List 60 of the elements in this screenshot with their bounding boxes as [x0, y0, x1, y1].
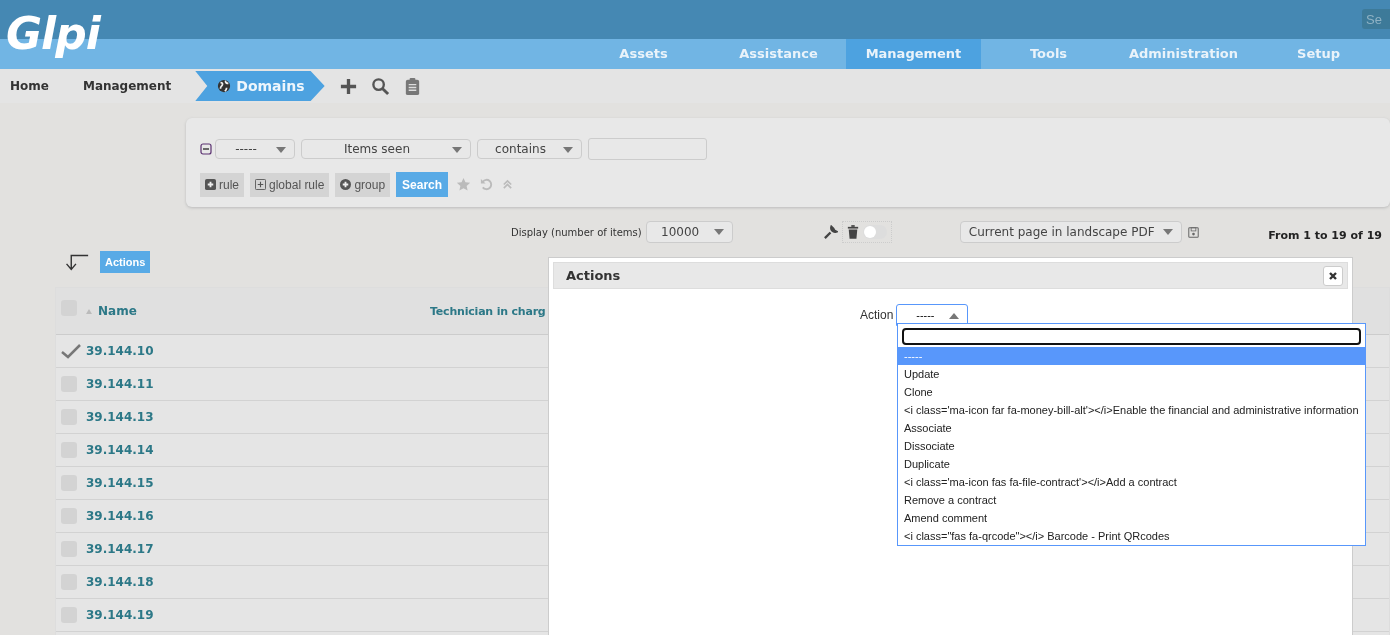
dropdown-option[interactable]: ----- [898, 347, 1365, 365]
breadcrumb-item[interactable]: Domains [195, 71, 325, 101]
dropdown-option[interactable]: Associate [898, 419, 1365, 437]
remove-criterion-icon[interactable] [200, 143, 212, 155]
wrench-icon[interactable] [822, 224, 838, 240]
dropdown-option[interactable]: Remove a contract [898, 491, 1365, 509]
save-icon[interactable] [1187, 226, 1199, 238]
items-per-page-select[interactable]: 10000 [645, 221, 733, 243]
trash-icon[interactable] [846, 225, 859, 239]
dialog-title: Actions [566, 268, 621, 283]
toggle-switch[interactable] [862, 225, 887, 239]
star-icon[interactable] [456, 177, 472, 192]
domain-link[interactable]: 39.144.17 [86, 542, 154, 556]
display-label: Display (number of items) [511, 226, 642, 238]
actions-button[interactable]: Actions [100, 251, 151, 273]
close-icon [1328, 270, 1338, 281]
menu-tab[interactable]: Management [846, 39, 981, 69]
add-icon[interactable] [338, 76, 358, 96]
export-select[interactable]: Current page in landscape PDF [959, 221, 1182, 243]
criterion-select[interactable]: Items seen [301, 139, 471, 159]
dropdown-option[interactable]: Clone [898, 383, 1365, 401]
column-header[interactable]: Name [98, 304, 137, 318]
plus-square-icon [205, 179, 216, 190]
plus-square-icon [255, 179, 266, 190]
add-group-button[interactable]: group [335, 172, 391, 197]
dropdown-option[interactable]: <i class='ma-icon far fa-money-bill-alt'></i>Enable the financial and administrative information [898, 401, 1365, 419]
domain-link[interactable]: 39.144.19 [86, 608, 154, 622]
domain-link[interactable]: 39.144.14 [86, 443, 154, 457]
dropdown-option[interactable]: <i class='ma-icon fas fa-file-contract'></i>Add a contract [898, 473, 1365, 491]
collapse-icon[interactable] [502, 177, 514, 192]
dropdown-option[interactable]: <i class="fas fa-qrcode"></i> Barcode - Print QRcodes [898, 527, 1365, 545]
dropdown-option[interactable]: Update [898, 365, 1365, 383]
sort-icon[interactable] [86, 308, 92, 314]
column-header[interactable]: Technician in charg [430, 304, 546, 318]
add-rule-button[interactable]: rule [200, 172, 244, 197]
dropdown-search-field[interactable] [902, 328, 1361, 345]
globe-icon [217, 79, 232, 93]
action-label: Action [860, 308, 894, 322]
dropdown-option[interactable]: Duplicate [898, 455, 1365, 473]
search-icon[interactable] [370, 76, 390, 96]
domain-link[interactable]: 39.144.11 [86, 377, 154, 391]
domain-link[interactable]: 39.144.18 [86, 575, 154, 589]
criterion-select[interactable]: contains [477, 139, 582, 159]
plus-circle-icon [340, 179, 352, 190]
criterion-value-field[interactable] [588, 138, 707, 160]
dropdown-option[interactable]: Amend comment [898, 509, 1365, 527]
domain-link[interactable]: 39.144.16 [86, 509, 154, 523]
close-button[interactable] [1323, 265, 1343, 286]
search-button[interactable]: Search [396, 172, 449, 197]
checkmark-icon[interactable] [60, 343, 82, 359]
domain-link[interactable]: 39.144.13 [86, 410, 154, 424]
criterion-select[interactable]: ----- [215, 139, 295, 159]
global-search-field[interactable]: Se [1362, 9, 1390, 29]
reset-icon[interactable] [479, 177, 495, 192]
pagination-text: From 1 to 19 of 19 [1268, 228, 1382, 242]
domain-link[interactable]: 39.144.10 [86, 344, 154, 358]
dropdown-option[interactable]: Dissociate [898, 437, 1365, 455]
add-rule-button[interactable]: global rule [250, 172, 330, 197]
glpi-logo[interactable]: Glpi [6, 8, 100, 60]
domain-link[interactable]: 39.144.15 [86, 476, 154, 490]
